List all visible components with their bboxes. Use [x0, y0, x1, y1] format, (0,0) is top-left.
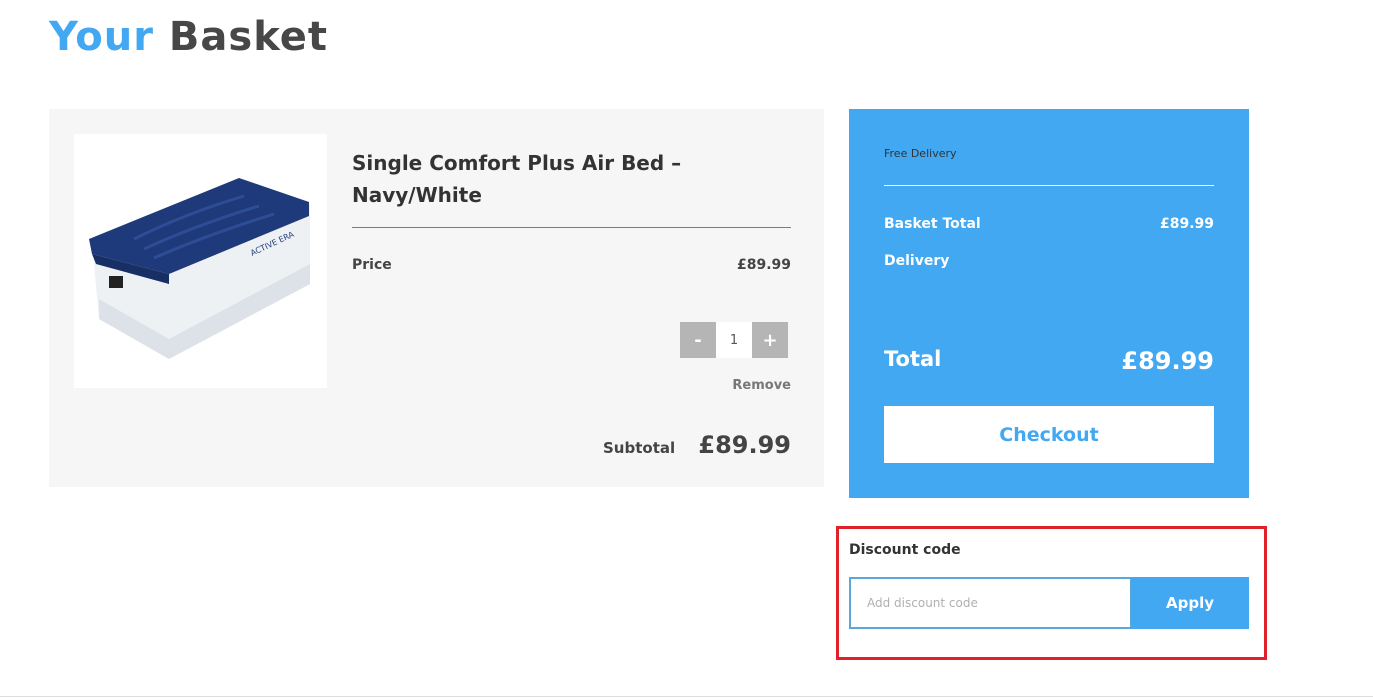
delivery-label: Delivery	[884, 253, 950, 269]
divider	[884, 185, 1214, 186]
basket-total-row: Basket Total £89.99	[884, 216, 1214, 232]
total-row: Total £89.99	[884, 347, 1214, 375]
apply-button[interactable]: Apply	[1131, 577, 1249, 629]
increment-button[interactable]: +	[752, 322, 788, 358]
page-title: Your Basket	[49, 14, 328, 60]
decrement-button[interactable]: -	[680, 322, 716, 358]
subtotal-label: Subtotal	[603, 439, 676, 457]
discount-label: Discount code	[849, 542, 961, 558]
checkout-button[interactable]: Checkout	[884, 406, 1214, 463]
delivery-row: Delivery	[884, 253, 1214, 269]
quantity-stepper: - 1 +	[680, 322, 788, 358]
basket-total-label: Basket Total	[884, 216, 981, 232]
total-label: Total	[884, 347, 942, 371]
order-summary: Free Delivery Basket Total £89.99 Delive…	[849, 109, 1249, 498]
discount-code-input[interactable]	[849, 577, 1132, 629]
divider	[0, 696, 1373, 697]
basket-total-value: £89.99	[1159, 216, 1214, 232]
product-name[interactable]: Single Comfort Plus Air Bed – Navy/White	[352, 147, 792, 211]
price-label: Price	[352, 257, 392, 273]
quantity-value[interactable]: 1	[716, 322, 752, 358]
remove-link[interactable]: Remove	[732, 378, 791, 393]
price-value: £89.99	[736, 257, 791, 273]
basket-item: ACTIVE ERA Single Comfort Plus Air Bed –…	[49, 109, 824, 487]
air-bed-image: ACTIVE ERA	[89, 178, 310, 359]
product-image[interactable]: ACTIVE ERA	[74, 134, 327, 388]
delivery-note: Free Delivery	[884, 147, 957, 160]
total-value: £89.99	[1121, 347, 1214, 375]
divider	[352, 227, 791, 228]
subtotal-value: £89.99	[698, 431, 791, 459]
